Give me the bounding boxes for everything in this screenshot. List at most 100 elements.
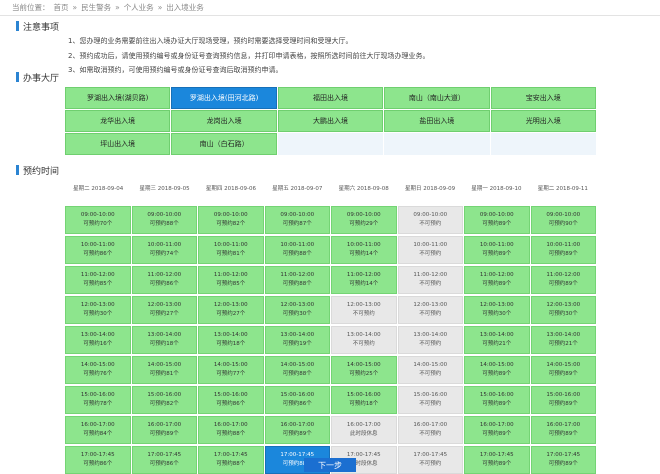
time-slot[interactable]: 09:00-10:00 可预约88个 (131, 206, 197, 234)
time-slot[interactable]: 11:00-12:00 可预约89个 (530, 266, 596, 294)
time-slot[interactable]: 16:00-17:00 可预约89个 (264, 416, 330, 444)
hall-option[interactable]: 坪山出入境 (65, 133, 171, 155)
slot-time: 09:00-10:00 (479, 212, 514, 218)
hall-option[interactable]: 盐田出入境 (384, 110, 490, 132)
time-slot[interactable]: 11:00-12:00 可预约14个 (331, 266, 397, 294)
time-slot[interactable]: 11:00-12:00 可预约85个 (198, 266, 264, 294)
time-slot[interactable]: 15:00-16:00 可预约86个 (264, 386, 330, 414)
hall-option[interactable]: 罗湖出入境(田河北路) (171, 87, 277, 109)
time-slot[interactable]: 16:00-17:00 可预约89个 (131, 416, 197, 444)
time-slot[interactable]: 12:00-13:00 可预约27个 (131, 296, 197, 324)
time-slot[interactable]: 15:00-16:00 可预约78个 (65, 386, 131, 414)
slot-time: 15:00-16:00 (413, 392, 448, 398)
hall-option[interactable]: 光明出入境 (490, 110, 596, 132)
date-label: 2018-09-09 (423, 186, 456, 192)
time-slot[interactable]: 10:00-11:00 可预约89个 (530, 236, 596, 264)
time-slot[interactable]: 13:00-14:00 可预约18个 (131, 326, 197, 354)
time-slot[interactable]: 13:00-14:00 可预约19个 (264, 326, 330, 354)
time-slot[interactable]: 17:00-17:45 可预约89个 (464, 446, 530, 474)
time-slot[interactable]: 17:00-17:45 可预约88个 (198, 446, 264, 474)
hall-option[interactable]: 大鹏出入境 (277, 110, 384, 132)
time-slot[interactable]: 14:00-15:00 可预约88个 (264, 356, 330, 384)
time-slot[interactable]: 10:00-11:00 可预约14个 (331, 236, 397, 264)
time-slot[interactable]: 14:00-15:00 可预约89个 (530, 356, 596, 384)
slot-availability: 可预约30个 (548, 311, 578, 317)
time-slot[interactable]: 15:00-16:00 可预约89个 (464, 386, 530, 414)
time-slot[interactable]: 14:00-15:00 可预约89个 (464, 356, 530, 384)
time-slot[interactable]: 17:00-17:45 可预约89个 (530, 446, 596, 474)
time-slot[interactable]: 11:00-12:00 可预约89个 (464, 266, 530, 294)
hall-option[interactable]: 南山（白石路） (171, 133, 277, 155)
hall-option[interactable]: 龙华出入境 (65, 110, 171, 132)
slot-time: 12:00-13:00 (147, 302, 182, 308)
time-slot[interactable]: 17:00-17:45 可预约86个 (131, 446, 197, 474)
time-slot[interactable]: 12:00-13:00 可预约27个 (198, 296, 264, 324)
time-slot[interactable]: 15:00-16:00 可预约82个 (131, 386, 197, 414)
time-slot[interactable]: 14:00-15:00 可预约76个 (65, 356, 131, 384)
hall-option[interactable]: 龙岗出入境 (171, 110, 277, 132)
slot-time: 14:00-15:00 (280, 362, 315, 368)
time-slot[interactable]: 12:00-13:00 可预约30个 (464, 296, 530, 324)
slot-time: 14:00-15:00 (413, 362, 448, 368)
hall-option[interactable]: 罗湖出入境(湖贝路) (65, 87, 171, 109)
time-slot[interactable]: 12:00-13:00 可预约30个 (530, 296, 596, 324)
hall-option[interactable]: 福田出入境 (277, 87, 384, 109)
time-slot[interactable]: 14:00-15:00 可预约25个 (331, 356, 397, 384)
slot-time: 12:00-13:00 (346, 302, 381, 308)
slot-time: 11:00-12:00 (80, 272, 115, 278)
time-slot[interactable]: 16:00-17:00 可预约89个 (464, 416, 530, 444)
divider (0, 15, 660, 16)
time-slot[interactable]: 14:00-15:00 可预约81个 (131, 356, 197, 384)
time-slot[interactable]: 10:00-11:00 可预约88个 (264, 236, 330, 264)
weekday-label: 星期三 (139, 186, 156, 192)
time-slot[interactable]: 13:00-14:00 可预约18个 (198, 326, 264, 354)
time-slot[interactable]: 10:00-11:00 可预约81个 (198, 236, 264, 264)
slot-availability: 可预约29个 (349, 221, 379, 227)
time-slot[interactable]: 09:00-10:00 可预约29个 (331, 206, 397, 234)
time-slot[interactable]: 12:00-13:00 可预约30个 (65, 296, 131, 324)
time-slot[interactable]: 17:00-17:45 可预约86个 (65, 446, 131, 474)
hall-option[interactable]: 宝安出入境 (490, 87, 596, 109)
slot-time: 13:00-14:00 (346, 332, 381, 338)
slot-availability: 可预约88个 (216, 431, 246, 437)
breadcrumb-item[interactable]: 民生警务 (81, 3, 111, 12)
time-slot[interactable]: 16:00-17:00 可预约84个 (65, 416, 131, 444)
date-label: 2018-09-05 (157, 186, 190, 192)
time-slot[interactable]: 15:00-16:00 可预约86个 (198, 386, 264, 414)
time-slot[interactable]: 10:00-11:00 可预约89个 (464, 236, 530, 264)
time-slot[interactable]: 10:00-11:00 可预约86个 (65, 236, 131, 264)
time-slot[interactable]: 09:00-10:00 可预约89个 (464, 206, 530, 234)
time-slot[interactable]: 09:00-10:00 可预约82个 (198, 206, 264, 234)
time-slot[interactable]: 09:00-10:00 可预约87个 (264, 206, 330, 234)
slot-availability: 可预约86个 (149, 281, 179, 287)
time-slot[interactable]: 11:00-12:00 可预约88个 (264, 266, 330, 294)
time-slot[interactable]: 15:00-16:00 可预约89个 (530, 386, 596, 414)
time-slot[interactable]: 10:00-11:00 可预约74个 (131, 236, 197, 264)
slot-availability: 不可预约 (419, 401, 442, 407)
slot-time: 15:00-16:00 (346, 392, 381, 398)
time-slot[interactable]: 12:00-13:00 可预约30个 (264, 296, 330, 324)
slot-time: 10:00-11:00 (346, 242, 381, 248)
time-slot[interactable]: 09:00-10:00 可预约70个 (65, 206, 131, 234)
slot-time: 11:00-12:00 (280, 272, 315, 278)
slot-availability: 可预约82个 (216, 221, 246, 227)
time-slot[interactable]: 16:00-17:00 可预约88个 (198, 416, 264, 444)
time-slot[interactable]: 16:00-17:00 可预约89个 (530, 416, 596, 444)
slot-availability: 可预约16个 (83, 341, 113, 347)
slot-time: 15:00-16:00 (80, 392, 115, 398)
next-step-button[interactable]: 下一步 (304, 458, 356, 472)
time-slot[interactable]: 14:00-15:00 可预约77个 (198, 356, 264, 384)
breadcrumb-item[interactable]: 出入境业务 (166, 3, 204, 12)
time-slot[interactable]: 13:00-14:00 可预约21个 (464, 326, 530, 354)
time-slot[interactable]: 11:00-12:00 可预约85个 (65, 266, 131, 294)
time-slot[interactable]: 11:00-12:00 可预约86个 (131, 266, 197, 294)
time-slot[interactable]: 13:00-14:00 可预约21个 (530, 326, 596, 354)
slot-availability: 可预约89个 (282, 431, 312, 437)
time-slot[interactable]: 13:00-14:00 可预约16个 (65, 326, 131, 354)
time-slot[interactable]: 15:00-16:00 可预约18个 (331, 386, 397, 414)
time-slot[interactable]: 09:00-10:00 可预约90个 (530, 206, 596, 234)
hall-option[interactable]: 南山（南山大道） (384, 87, 490, 109)
breadcrumb-item[interactable]: 个人业务 (124, 3, 154, 12)
breadcrumb-item[interactable]: 首页 (54, 3, 69, 12)
slot-availability: 可预约88个 (282, 251, 312, 257)
